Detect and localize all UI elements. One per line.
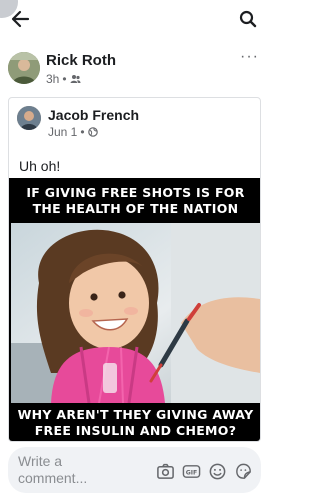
top-bar bbox=[0, 0, 269, 40]
svg-text:GIF: GIF bbox=[186, 469, 198, 476]
meta-dot: • bbox=[62, 72, 67, 86]
meme-image[interactable]: IF GIVING FREE SHOTS IS FOR THE HEALTH O… bbox=[9, 178, 260, 441]
shared-avatar[interactable] bbox=[17, 106, 41, 130]
search-icon bbox=[239, 10, 257, 28]
meme-bottom-line-2: FREE INSULIN AND CHEMO? bbox=[34, 423, 237, 438]
meme-top-caption: IF GIVING FREE SHOTS IS FOR THE HEALTH O… bbox=[9, 178, 260, 223]
shared-post-header: Jacob French Jun 1 • bbox=[17, 106, 253, 142]
shared-post-meta: Jun 1 • bbox=[48, 125, 98, 139]
emoji-icon[interactable] bbox=[208, 462, 227, 481]
meme-top-line-2: THE HEALTH OF THE NATION bbox=[32, 200, 239, 216]
friends-icon bbox=[70, 75, 81, 83]
meme-bottom-line-1: WHY AREN'T THEY GIVING AWAY bbox=[17, 407, 254, 422]
comment-bar: Write a comment... GIF bbox=[8, 447, 261, 493]
camera-icon[interactable] bbox=[156, 462, 175, 481]
sticker-icon[interactable] bbox=[234, 462, 253, 481]
arrow-left-icon bbox=[11, 10, 30, 28]
author-name[interactable]: Rick Roth bbox=[46, 52, 116, 69]
post-header: Rick Roth 3h • ··· bbox=[8, 48, 261, 92]
meme-photo bbox=[11, 223, 260, 403]
more-options-button[interactable]: ··· bbox=[240, 48, 259, 65]
meme-top-line-1: IF GIVING FREE SHOTS IS FOR bbox=[26, 184, 245, 200]
gif-icon[interactable]: GIF bbox=[182, 462, 201, 481]
globe-icon bbox=[87, 127, 98, 137]
search-button[interactable] bbox=[235, 6, 261, 32]
post-time[interactable]: 3h bbox=[46, 72, 59, 86]
avatar[interactable] bbox=[8, 52, 40, 84]
shared-post-time[interactable]: Jun 1 bbox=[48, 125, 77, 139]
comment-tools: GIF bbox=[156, 462, 253, 481]
post-meta: 3h • bbox=[46, 72, 81, 86]
shared-post-text: Uh oh! bbox=[19, 158, 61, 174]
meta-dot: • bbox=[80, 125, 85, 139]
back-button[interactable] bbox=[8, 6, 34, 32]
shared-post[interactable]: Jacob French Jun 1 • Uh oh! IF GIVING FR… bbox=[8, 97, 261, 442]
comment-input[interactable]: Write a comment... bbox=[18, 453, 128, 487]
more-horizontal-icon: ··· bbox=[240, 48, 259, 65]
shared-author-name[interactable]: Jacob French bbox=[48, 107, 139, 123]
meme-bottom-caption: WHY AREN'T THEY GIVING AWAY FREE INSULIN… bbox=[9, 403, 260, 441]
